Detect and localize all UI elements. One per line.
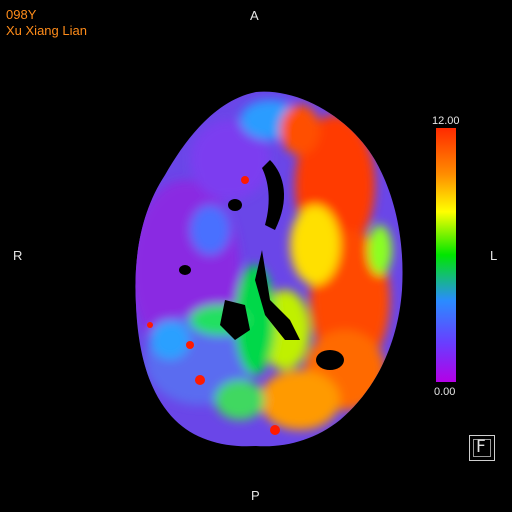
patient-age: 098Y [6, 7, 37, 22]
orientation-right-label: R [13, 248, 23, 263]
color-scale-min-label: 0.00 [434, 386, 456, 398]
color-scale-bar [436, 128, 456, 382]
brain-slice [135, 91, 403, 447]
patient-name: Xu Xiang Lian [6, 23, 87, 38]
filter-icon: F [476, 437, 486, 457]
orientation-left-label: L [490, 248, 498, 263]
image-viewer[interactable]: 098Y Xu Xiang Lian A R L P 12.00 0.00 F [0, 0, 512, 512]
orientation-posterior-label: P [251, 488, 260, 503]
perfusion-map-image[interactable] [0, 0, 512, 512]
filter-toggle-button[interactable]: F [469, 435, 495, 461]
orientation-anterior-label: A [250, 8, 259, 23]
color-scale-max-label: 12.00 [432, 115, 460, 127]
